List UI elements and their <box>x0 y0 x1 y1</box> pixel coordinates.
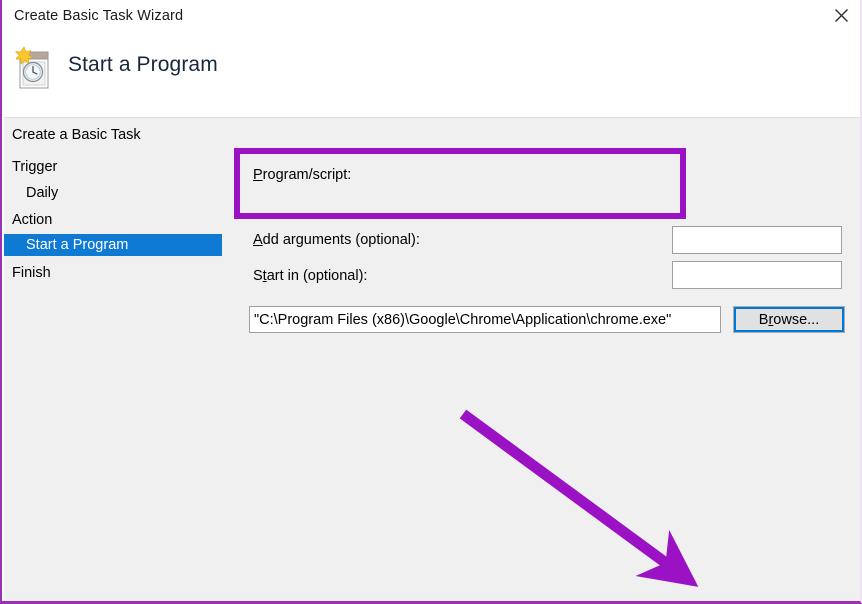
program-script-label-rest: rogram/script: <box>262 167 352 183</box>
program-script-label-accel: P <box>253 167 263 183</box>
sidebar-item-trigger[interactable]: Trigger <box>4 156 222 178</box>
sidebar-item-create-a-basic-task[interactable]: Create a Basic Task <box>4 124 222 146</box>
wizard-header: Start a Program <box>4 31 860 117</box>
add-arguments-label-rest: dd arguments (optional): <box>262 232 420 248</box>
start-in-label-pre: S <box>253 268 263 284</box>
sidebar-item-daily[interactable]: Daily <box>4 182 222 204</box>
add-arguments-label-accel: A <box>253 232 263 248</box>
start-in-input[interactable] <box>672 261 842 289</box>
page-title: Start a Program <box>68 53 218 76</box>
scheduled-task-icon <box>14 46 56 92</box>
browse-button[interactable]: Browse... <box>733 306 845 333</box>
program-script-input[interactable] <box>249 306 721 333</box>
action-form: Program/script: Browse... Add arguments … <box>222 118 860 596</box>
browse-label-post: owse... <box>773 311 820 328</box>
sidebar-item-action[interactable]: Action <box>4 209 222 231</box>
add-arguments-input[interactable] <box>672 226 842 254</box>
title-bar: Create Basic Task Wizard <box>2 0 860 31</box>
sidebar-item-finish[interactable]: Finish <box>4 262 222 284</box>
wizard-step-list: Create a Basic Task Trigger Daily Action… <box>4 118 222 596</box>
browse-label-pre: B <box>758 311 769 328</box>
add-arguments-label: Add arguments (optional): <box>253 232 420 248</box>
program-script-label: Program/script: <box>253 167 351 183</box>
sidebar-item-start-a-program[interactable]: Start a Program <box>4 234 222 256</box>
start-in-label-rest: art in (optional): <box>266 268 368 284</box>
wizard-footer: < Back Next > Cancel <box>4 556 860 601</box>
window-title: Create Basic Task Wizard <box>14 8 184 24</box>
wizard-body: Create a Basic Task Trigger Daily Action… <box>4 118 860 596</box>
create-basic-task-wizard-window: Create Basic Task Wizard Start a Program… <box>0 0 862 604</box>
start-in-label: Start in (optional): <box>253 268 367 284</box>
close-icon[interactable] <box>818 0 860 31</box>
